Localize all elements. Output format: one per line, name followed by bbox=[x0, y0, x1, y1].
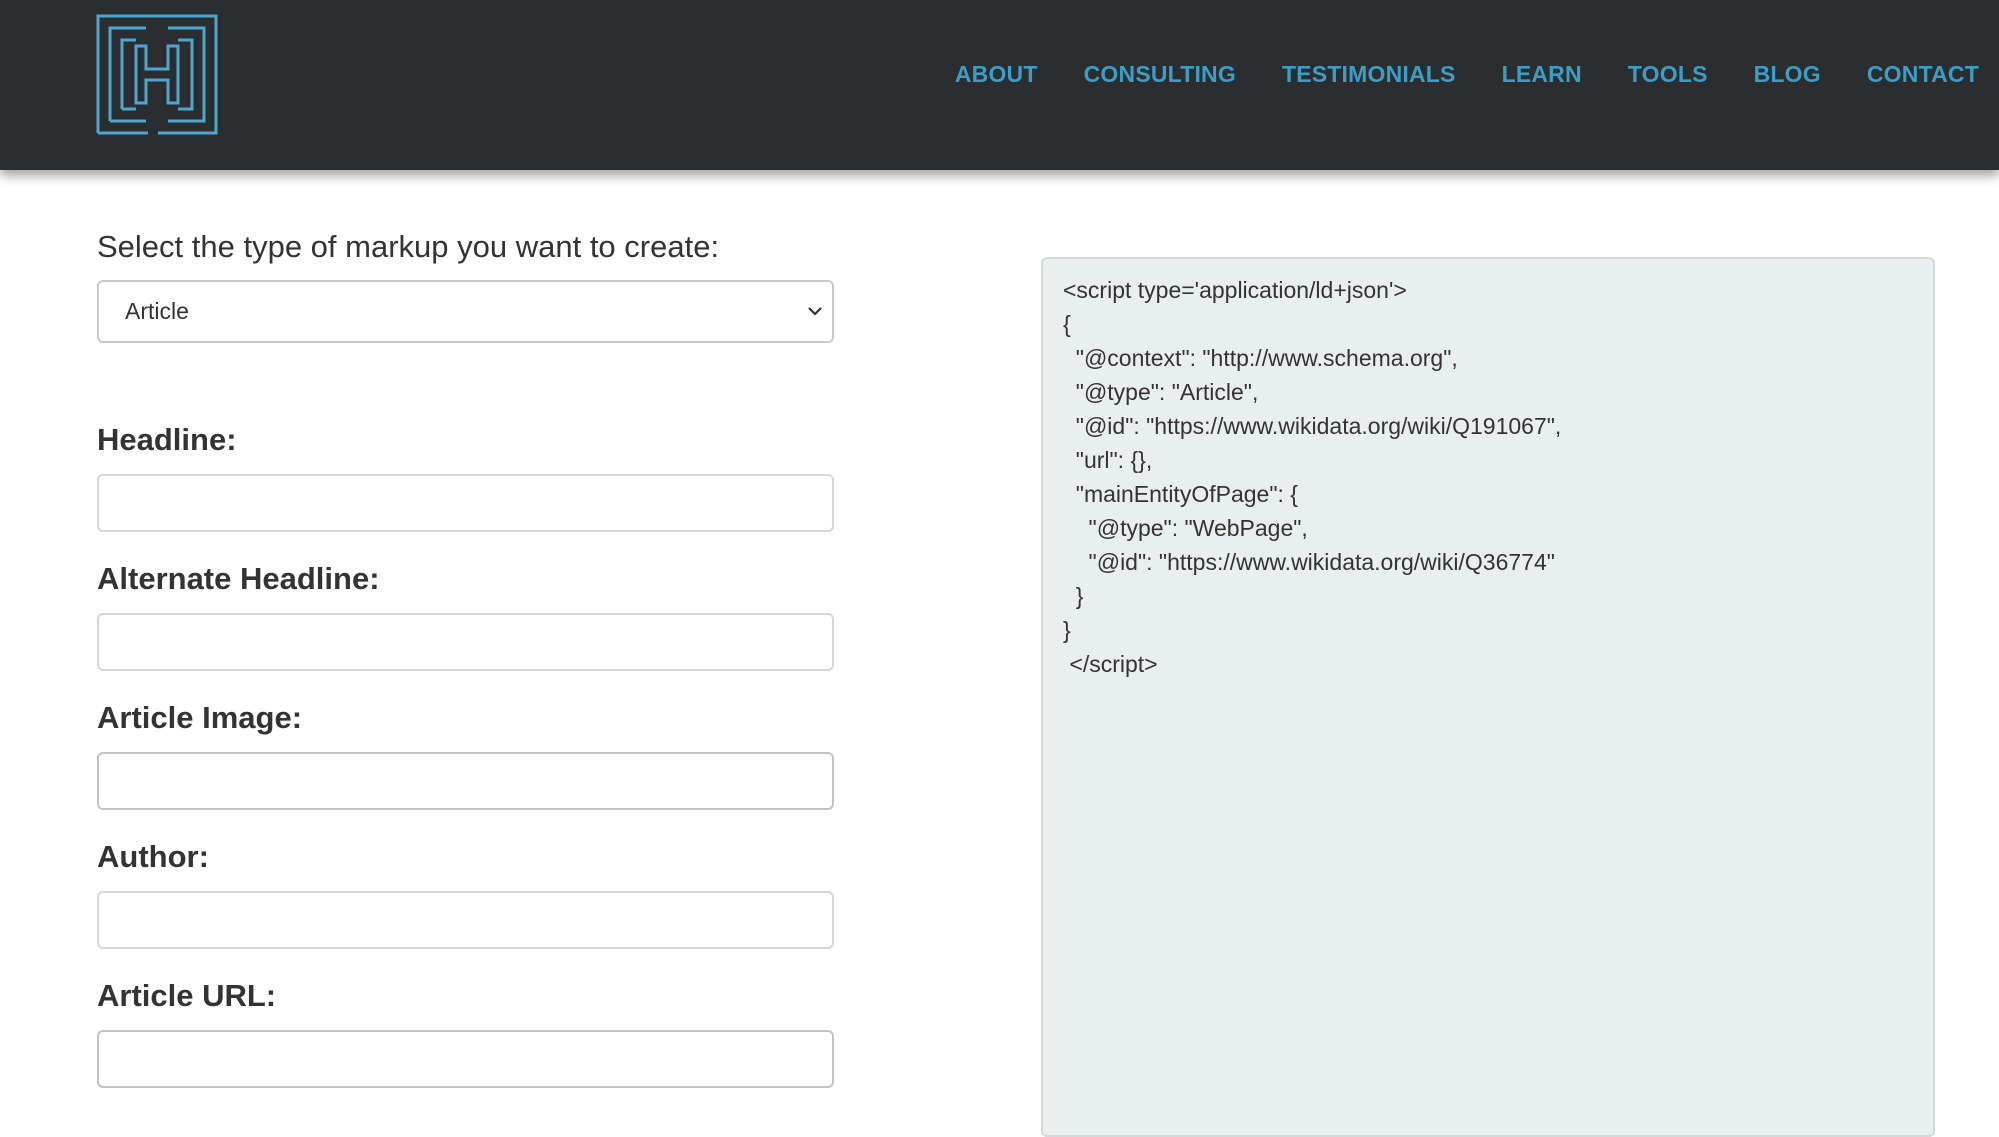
article-url-input[interactable] bbox=[97, 1030, 834, 1088]
json-ld-output-code: <script type='application/ld+json'> { "@… bbox=[1063, 277, 1562, 677]
nav-about[interactable]: ABOUT bbox=[955, 61, 1038, 88]
article-url-label: Article URL: bbox=[97, 978, 277, 1013]
nav-learn[interactable]: LEARN bbox=[1502, 61, 1582, 88]
article-image-group: Article Image: bbox=[97, 698, 834, 810]
headline-group: Headline: bbox=[97, 420, 834, 532]
alternate-headline-group: Alternate Headline: bbox=[97, 559, 834, 671]
nav-consulting[interactable]: CONSULTING bbox=[1084, 61, 1236, 88]
article-image-label: Article Image: bbox=[97, 700, 303, 735]
nav-contact[interactable]: CONTACT bbox=[1867, 61, 1979, 88]
nav-tools[interactable]: TOOLS bbox=[1628, 61, 1708, 88]
markup-type-label: Select the type of markup you want to cr… bbox=[97, 229, 720, 264]
json-ld-output-panel[interactable]: <script type='application/ld+json'> { "@… bbox=[1041, 257, 1935, 1137]
main-nav: ABOUT CONSULTING TESTIMONIALS LEARN TOOL… bbox=[909, 52, 1979, 96]
alternate-headline-label: Alternate Headline: bbox=[97, 561, 380, 596]
nav-testimonials[interactable]: TESTIMONIALS bbox=[1282, 61, 1456, 88]
article-image-input[interactable] bbox=[97, 752, 834, 810]
headline-label: Headline: bbox=[97, 422, 237, 457]
markup-form: Select the type of markup you want to cr… bbox=[97, 222, 834, 1088]
author-group: Author: bbox=[97, 837, 834, 949]
logo-link[interactable] bbox=[96, 14, 218, 135]
article-url-group: Article URL: bbox=[97, 976, 834, 1088]
chevron-down-icon bbox=[808, 307, 822, 316]
author-label: Author: bbox=[97, 839, 209, 874]
author-input[interactable] bbox=[97, 891, 834, 949]
markup-type-selected-value: Article bbox=[125, 298, 189, 324]
markup-type-select[interactable]: Article bbox=[97, 280, 834, 343]
h-maze-logo-icon bbox=[96, 14, 218, 135]
alternate-headline-input[interactable] bbox=[97, 613, 834, 671]
site-header: ABOUT CONSULTING TESTIMONIALS LEARN TOOL… bbox=[0, 0, 1999, 170]
headline-input[interactable] bbox=[97, 474, 834, 532]
nav-blog[interactable]: BLOG bbox=[1754, 61, 1821, 88]
